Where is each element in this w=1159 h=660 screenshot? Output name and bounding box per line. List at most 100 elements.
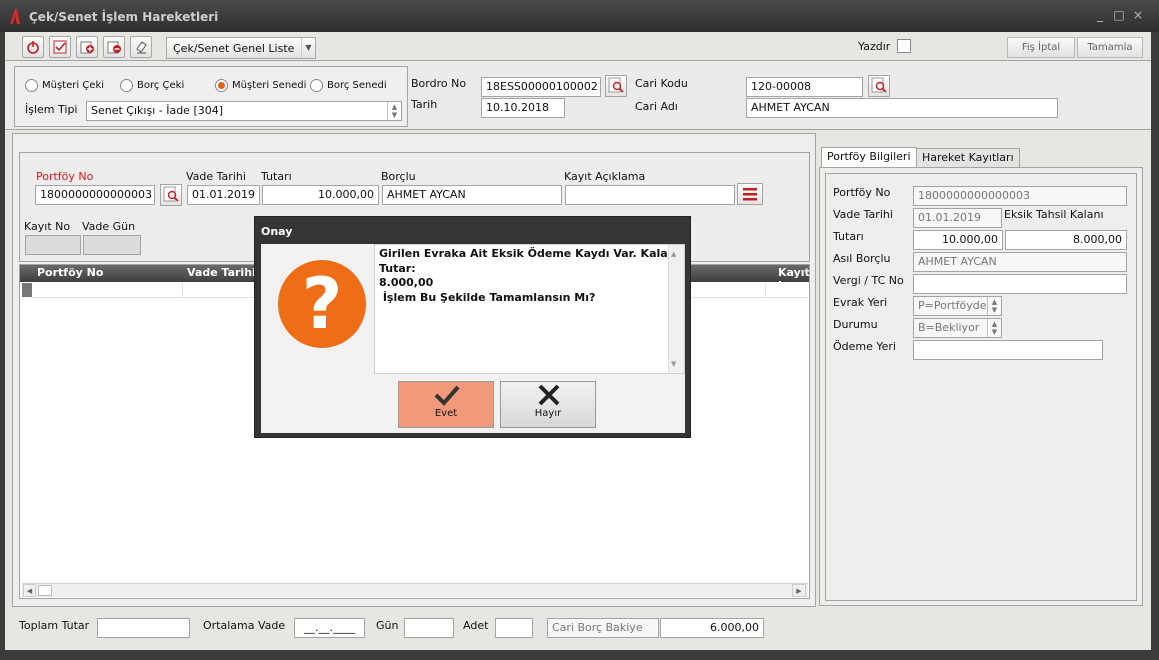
count-label: Adet [463,619,489,632]
info-due-label: Vade Tarihi [833,208,893,221]
title-bar[interactable]: Çek/Senet İşlem Hareketleri _ □ × [0,0,1159,32]
horizontal-scrollbar[interactable]: ◀ ▶ [22,583,808,597]
grid-col-portfolio[interactable]: Portföy No [37,266,103,279]
portfolio-no-input[interactable]: 1800000000000003 [35,185,155,205]
avg-due-input[interactable]: __.__.____ [294,618,365,638]
dialog-message: Girilen Evraka Ait Eksik Ödeme Kaydı Var… [374,244,685,374]
amount-input[interactable]: 10.000,00 [262,185,379,205]
message-scrollbar[interactable]: ▲ ▼ [668,245,684,373]
radio-debt-check[interactable] [120,79,133,92]
count-input[interactable] [495,618,533,638]
note-input[interactable] [565,185,735,205]
radio-debt-note[interactable] [310,79,323,92]
missing-collection-label: Eksik Tahsil Kalanı [1004,208,1104,221]
due-date-input[interactable]: 01.01.2019 [187,185,260,205]
radio-customer-check[interactable] [25,79,38,92]
payment-place-input[interactable] [913,340,1103,360]
spin-arrows-icon[interactable]: ▲ ▼ [387,102,401,120]
general-list-button[interactable]: Çek/Senet Genel Liste ▼ [166,37,316,59]
document-type-group: Müşteri Çeki Borç Çeki Müşteri Senedi Bo… [14,66,408,127]
date-label: Tarih [411,98,438,111]
days-input[interactable] [404,618,454,638]
info-portfolio-label: Portföy No [833,186,891,199]
tab-movement-records[interactable]: Hareket Kayıtları [916,148,1020,168]
general-list-label: Çek/Senet Genel Liste [173,42,295,55]
scroll-left-icon[interactable]: ◀ [23,584,36,597]
cancel-receipt-button[interactable]: Fiş İptal [1007,37,1075,58]
status-value: B=Bekliyor [918,321,980,334]
radio-debt-check-label: Borç Çeki [137,80,185,91]
spin-arrows-icon[interactable]: ▲ ▼ [987,319,1001,337]
search-icon [871,77,887,93]
account-code-label: Cari Kodu [635,77,688,90]
account-name-input[interactable]: AHMET AYCAN [746,98,1058,118]
total-input[interactable] [97,618,190,638]
power-icon [27,41,39,54]
radio-customer-note[interactable] [215,79,228,92]
record-no-label: Kayıt No [24,220,71,233]
question-icon: ? [278,260,366,348]
scroll-right-icon[interactable]: ▶ [792,584,806,597]
scroll-thumb[interactable] [38,585,52,596]
transaction-type-value: Senet Çıkışı - İade [304] [91,104,224,117]
debtor-label: Borçlu [381,170,416,183]
eraser-button[interactable] [130,36,152,58]
no-label: Hayır [534,408,562,419]
dialog-title: Onay [261,225,293,238]
main-debtor-input[interactable]: AHMET AYCAN [913,252,1127,272]
bordro-search-button[interactable] [605,75,627,97]
maximize-button[interactable]: □ [1111,8,1127,22]
transaction-type-select[interactable]: Senet Çıkışı - İade [304] ▲ ▼ [86,101,402,121]
checklist-button[interactable] [49,36,71,58]
checkmark-icon [434,385,460,406]
account-name-label: Cari Adı [635,100,678,113]
main-debtor-label: Asıl Borçlu [833,252,891,265]
spin-arrows-icon[interactable]: ▲ ▼ [987,297,1001,315]
debtor-input[interactable]: AHMET AYCAN [382,185,562,205]
balance-label-box: Cari Borç Bakiye [547,618,659,638]
status-label: Durumu [833,318,878,331]
amount-label: Tutarı [261,170,292,183]
grid-divider [765,283,766,298]
scroll-down-icon[interactable]: ▼ [671,357,676,372]
yes-button[interactable]: Evet [398,381,494,428]
account-code-input[interactable]: 120-00008 [746,77,863,97]
portfolio-search-button[interactable] [160,184,182,206]
date-input[interactable]: 10.10.2018 [481,98,565,118]
portfolio-no-label: Portföy No [36,170,94,183]
add-record-icon [80,41,94,54]
add-record-button[interactable] [76,36,98,58]
doc-location-value: P=Portföyde [918,299,987,312]
power-button[interactable] [22,36,44,58]
balance-input[interactable]: 6.000,00 [660,618,764,638]
scroll-up-icon[interactable]: ▲ [671,247,676,262]
radio-customer-note-label: Müşteri Senedi [232,80,307,91]
tax-no-input[interactable] [913,274,1127,294]
info-amount-input[interactable]: 10.000,00 [913,230,1003,250]
info-portfolio-input[interactable]: 1800000000000003 [913,186,1127,206]
minimize-button[interactable]: _ [1092,8,1108,22]
row-indicator [22,283,32,297]
remove-record-button[interactable] [103,36,125,58]
complete-button[interactable]: Tamamla [1077,37,1143,58]
chevron-down-icon[interactable]: ▼ [301,38,315,58]
status-select[interactable]: B=Bekliyor ▲ ▼ [913,318,1002,338]
due-date-label: Vade Tarihi [186,170,246,183]
bordro-input[interactable]: 18ESS00000100002 [481,77,601,97]
close-button[interactable]: × [1130,8,1146,22]
search-icon [608,77,624,93]
due-days-input[interactable] [83,235,141,255]
radio-debt-note-label: Borç Senedi [327,80,387,91]
missing-collection-input[interactable]: 8.000,00 [1005,230,1127,250]
info-due-input[interactable]: 01.01.2019 [913,208,1002,228]
tab-portfolio-info[interactable]: Portföy Bilgileri [821,147,917,168]
print-checkbox[interactable] [897,39,911,53]
menu-button[interactable] [737,183,763,205]
doc-location-select[interactable]: P=Portföyde ▲ ▼ [913,296,1002,316]
due-days-label: Vade Gün [82,220,136,233]
account-search-button[interactable] [868,75,890,97]
no-button[interactable]: Hayır [500,381,596,428]
menu-icon [743,188,757,201]
record-no-input[interactable] [25,235,81,255]
grid-col-due[interactable]: Vade Tarihi [187,266,256,279]
